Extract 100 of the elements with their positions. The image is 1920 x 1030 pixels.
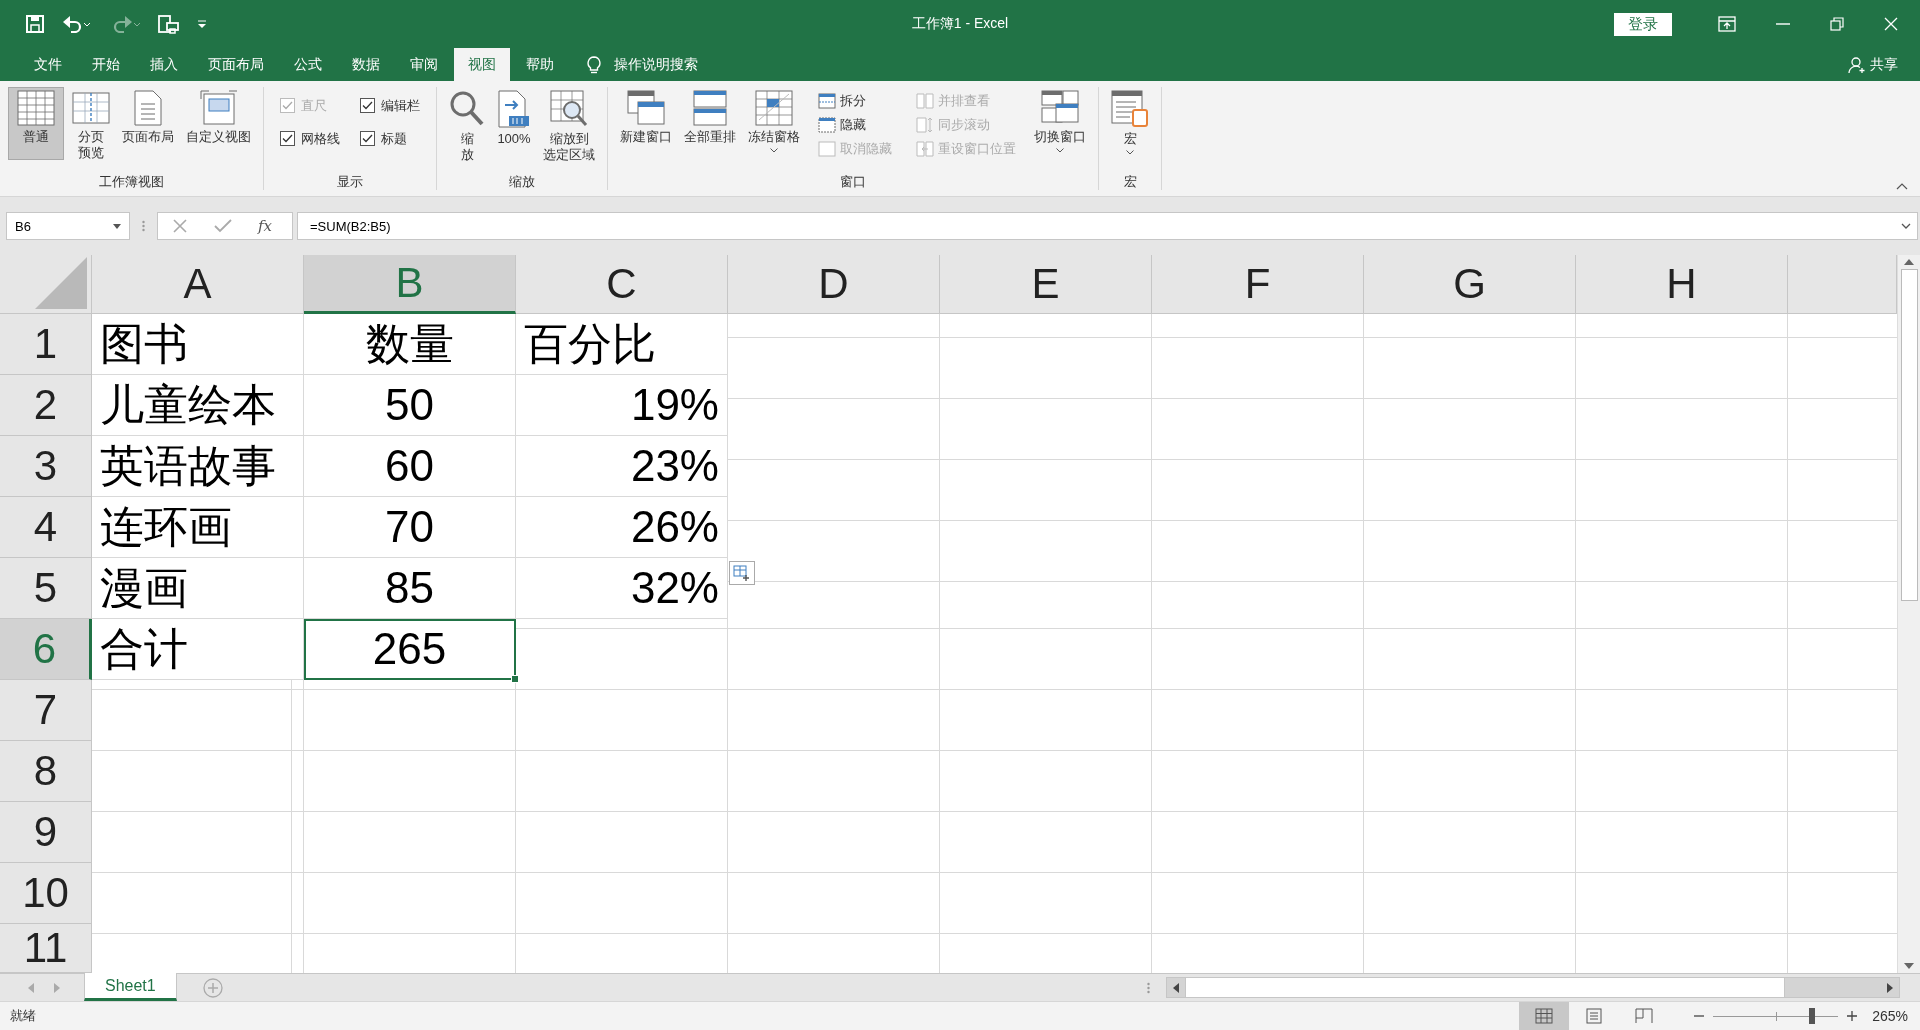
ribbon-button[interactable]: 普通 bbox=[8, 87, 64, 160]
checkbox[interactable] bbox=[360, 98, 375, 113]
column-header[interactable]: B bbox=[304, 255, 516, 314]
row-header[interactable]: 7 bbox=[0, 680, 92, 741]
slider-thumb[interactable] bbox=[1808, 1008, 1815, 1024]
print-preview-icon bbox=[158, 14, 179, 34]
group-label: 宏 bbox=[1122, 174, 1138, 190]
column-header[interactable]: F bbox=[1152, 255, 1364, 314]
search-icon bbox=[449, 90, 485, 128]
vertical-scrollbar[interactable] bbox=[1897, 255, 1920, 973]
name-box[interactable]: B6 bbox=[6, 212, 130, 240]
row-header[interactable]: 2 bbox=[0, 375, 92, 436]
ribbon-button[interactable]: 自定义视图 bbox=[182, 87, 255, 148]
ribbon-button[interactable]: 页面布局 bbox=[118, 87, 178, 148]
group-label: 显示 bbox=[336, 174, 364, 190]
triangle-icon bbox=[35, 257, 87, 309]
zoom-level: 265% bbox=[1871, 1008, 1908, 1024]
row-header[interactable]: 3 bbox=[0, 436, 92, 497]
ribbon-button[interactable]: 切换窗口 bbox=[1030, 87, 1090, 156]
cell[interactable]: 265 bbox=[304, 619, 516, 680]
checkbox-label: 标题 bbox=[381, 129, 407, 148]
collapse-ribbon-icon bbox=[1896, 182, 1908, 190]
scrollbar-thumb[interactable] bbox=[1185, 978, 1785, 997]
column-header[interactable]: A bbox=[92, 255, 304, 314]
checkbox-label: 网格线 bbox=[301, 129, 340, 148]
row-header[interactable]: 5 bbox=[0, 558, 92, 619]
checkbox[interactable] bbox=[360, 131, 375, 146]
cell[interactable]: 儿童绘本 bbox=[92, 375, 304, 436]
select-all-button[interactable] bbox=[0, 255, 92, 314]
row-header[interactable]: 11 bbox=[0, 924, 92, 973]
ribbon-tab[interactable]: 公式 bbox=[280, 48, 336, 81]
sheet-scroll-icon bbox=[1111, 90, 1149, 128]
column-header[interactable] bbox=[1788, 255, 1897, 314]
column-header[interactable]: H bbox=[1576, 255, 1788, 314]
row-header[interactable]: 9 bbox=[0, 802, 92, 863]
ribbon-button[interactable]: 新建窗口 bbox=[616, 87, 676, 148]
row-header[interactable]: 1 bbox=[0, 314, 92, 375]
zoom-in-icon bbox=[1846, 1010, 1859, 1022]
column-header[interactable]: C bbox=[516, 255, 728, 314]
hide-window-icon bbox=[818, 117, 836, 133]
ribbon-tab[interactable]: 审阅 bbox=[396, 48, 452, 81]
windows-icon bbox=[627, 90, 665, 126]
row-header[interactable]: 6 bbox=[0, 619, 92, 680]
horizontal-scrollbar[interactable] bbox=[1166, 977, 1900, 998]
column-header[interactable]: G bbox=[1364, 255, 1576, 314]
column-header[interactable]: E bbox=[940, 255, 1152, 314]
ribbon-button[interactable]: 冻结窗格 bbox=[744, 87, 804, 156]
cell[interactable]: 合计 bbox=[92, 619, 304, 680]
share-button[interactable]: 共享 bbox=[1870, 55, 1898, 74]
view-button[interactable] bbox=[1519, 1002, 1570, 1030]
ribbon-button[interactable]: 分页 预览 bbox=[68, 87, 114, 164]
scrollbar-thumb[interactable] bbox=[1900, 269, 1918, 601]
ribbon-tab[interactable]: 帮助 bbox=[512, 48, 568, 81]
quick-analysis-icon bbox=[729, 561, 755, 585]
ribbon-tab[interactable]: 页面布局 bbox=[194, 48, 278, 81]
ribbon-button[interactable]: 缩放到 选定区域 bbox=[539, 87, 599, 166]
ribbon-button[interactable]: 全部重排 bbox=[680, 87, 740, 148]
insert-function-button[interactable]: fx bbox=[258, 217, 272, 235]
normal-view-icon bbox=[1535, 1008, 1554, 1024]
lightbulb-icon bbox=[586, 54, 602, 75]
group-label: 窗口 bbox=[839, 174, 867, 190]
undo-icon bbox=[62, 15, 92, 33]
ribbon-button[interactable]: 100% bbox=[493, 87, 535, 150]
formula-field[interactable]: =SUM(B2:B5) bbox=[297, 212, 1918, 240]
ribbon-tab[interactable]: 文件 bbox=[20, 48, 76, 81]
ribbon-tab[interactable]: 视图 bbox=[454, 48, 510, 81]
ribbon-button[interactable]: 拆分 bbox=[816, 89, 894, 113]
dropdown-icon bbox=[1901, 223, 1911, 229]
row-header[interactable]: 10 bbox=[0, 863, 92, 924]
ribbon-button[interactable]: 缩 放 bbox=[445, 87, 489, 166]
reset-position-icon bbox=[916, 141, 934, 157]
cell[interactable]: 漫画 bbox=[92, 558, 304, 619]
sign-in-button[interactable]: 登录 bbox=[1614, 12, 1672, 36]
restore-icon bbox=[1830, 17, 1844, 31]
checkmark-icon bbox=[362, 101, 373, 110]
minimize-icon bbox=[1776, 23, 1790, 25]
checkbox[interactable] bbox=[280, 131, 295, 146]
ribbon-tab[interactable]: 插入 bbox=[136, 48, 192, 81]
ribbon-button[interactable]: 宏 bbox=[1107, 87, 1153, 158]
frozen-grid-icon bbox=[755, 90, 793, 126]
ribbon-tab[interactable]: 数据 bbox=[338, 48, 394, 81]
person-add-icon bbox=[1848, 55, 1866, 74]
ribbon-display-icon bbox=[1718, 16, 1736, 32]
sync-scroll-icon bbox=[916, 117, 934, 133]
row-header[interactable]: 4 bbox=[0, 497, 92, 558]
cell[interactable]: 图书 bbox=[92, 314, 304, 375]
row-header[interactable]: 8 bbox=[0, 741, 92, 802]
sheet-tab[interactable]: Sheet1 bbox=[84, 973, 177, 1001]
dropdown-icon bbox=[113, 223, 121, 229]
ribbon-button[interactable]: 隐藏 bbox=[816, 113, 894, 137]
ribbon-tab[interactable]: 开始 bbox=[78, 48, 134, 81]
cell[interactable]: 连环画 bbox=[92, 497, 304, 558]
drag-handle-icon bbox=[142, 220, 145, 232]
page-layout-icon bbox=[1585, 1008, 1604, 1024]
column-header[interactable]: D bbox=[728, 255, 940, 314]
checkmark-icon bbox=[282, 101, 293, 110]
grid-icon bbox=[17, 90, 55, 126]
cell[interactable]: 英语故事 bbox=[92, 436, 304, 497]
tell-me-search[interactable]: 操作说明搜索 bbox=[614, 55, 698, 74]
page-arrow-icon bbox=[497, 90, 531, 128]
